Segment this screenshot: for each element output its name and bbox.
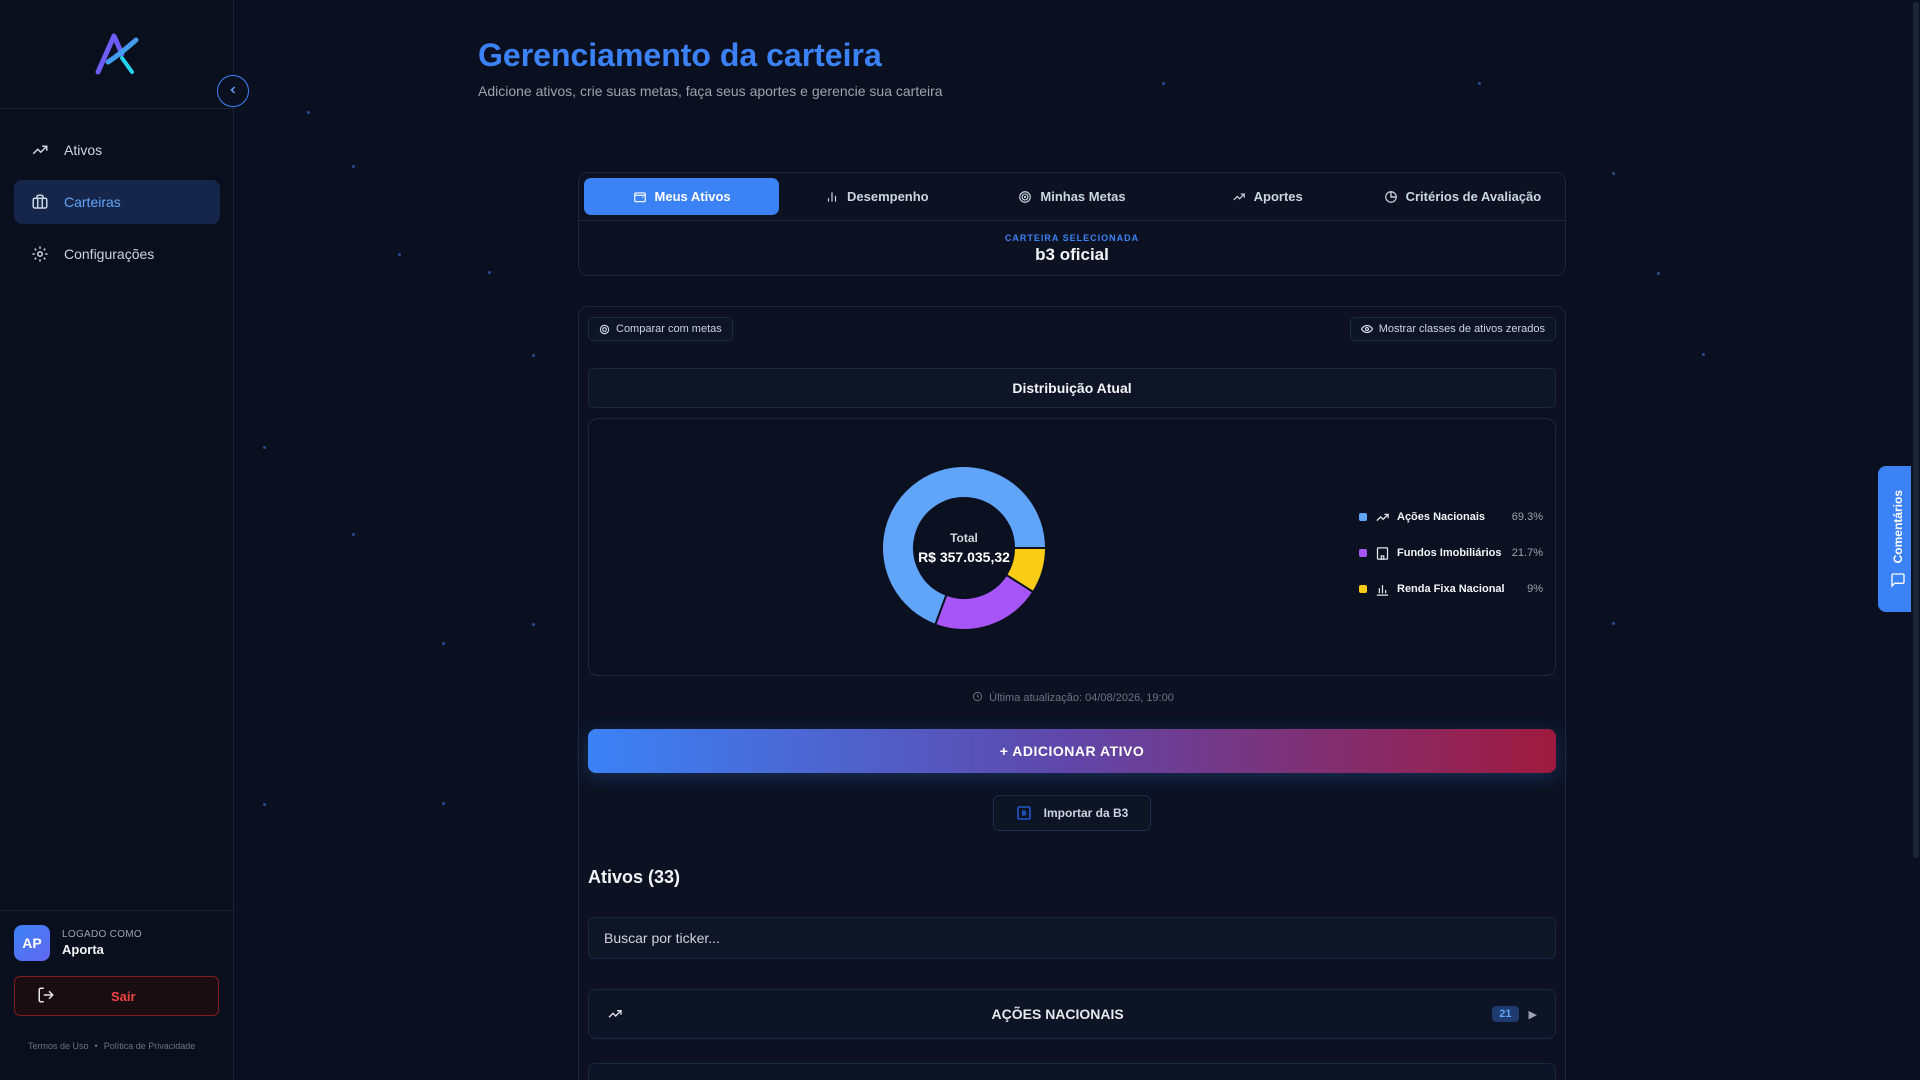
trending-up-icon — [1375, 510, 1391, 525]
portfolio-card: Comparar com metas Mostrar classes de at… — [578, 306, 1566, 1080]
logout-button[interactable]: Sair — [14, 976, 219, 1016]
compare-goals-label: Comparar com metas — [616, 323, 722, 335]
show-zero-classes-toggle[interactable]: Mostrar classes de ativos zerados — [1349, 317, 1556, 341]
legend-value: 69.3% — [1511, 511, 1543, 523]
avatar: AP — [14, 925, 50, 961]
b3-icon: B — [1016, 805, 1032, 821]
sidebar-item-label: Ativos — [64, 142, 103, 158]
tab-criterios-avaliacao[interactable]: Critérios de Avaliação — [1365, 178, 1560, 215]
user-name: Aporta — [62, 942, 104, 957]
sidebar-nav: Ativos Carteiras Configurações — [14, 128, 220, 284]
asset-group-count: 21 — [1492, 1006, 1519, 1022]
donut-chart — [881, 465, 1048, 631]
asset-group-acoes-nacionais[interactable]: AÇÕES NACIONAIS 21 ▶ — [588, 989, 1556, 1039]
tab-desempenho[interactable]: Desempenho — [779, 178, 974, 215]
tab-meus-ativos[interactable]: Meus Ativos — [584, 178, 780, 215]
last-updated-text: Última atualização: 04/08/2026, 19:00 — [989, 692, 1174, 704]
logout-icon — [37, 986, 55, 1007]
sidebar-divider — [0, 910, 234, 911]
user-caption: LOGADO COMO — [62, 929, 142, 940]
feedback-label: Comentários — [1891, 490, 1905, 564]
legend-swatch — [1359, 549, 1367, 557]
distribution-title: Distribuição Atual — [588, 368, 1556, 408]
legend-swatch — [1359, 513, 1367, 521]
last-updated: Última atualização: 04/08/2026, 19:00 — [579, 691, 1567, 705]
collapse-sidebar-button[interactable] — [217, 75, 249, 107]
page-title: Gerenciamento da carteira — [478, 37, 882, 73]
ticker-search-input[interactable] — [588, 917, 1556, 959]
terms-link[interactable]: Termos de Uso — [28, 1041, 89, 1051]
wallet-icon — [633, 190, 647, 204]
eye-icon — [1360, 323, 1373, 335]
sidebar-item-carteiras[interactable]: Carteiras — [14, 180, 220, 224]
legend-item-acoes: Ações Nacionais 69.3% — [1359, 499, 1543, 535]
tab-bar: Meus Ativos Desempenho Minhas Metas Apor… — [579, 173, 1565, 221]
tab-label: Aportes — [1253, 189, 1303, 204]
tab-aportes[interactable]: Aportes — [1170, 178, 1365, 215]
svg-text:B: B — [1021, 810, 1026, 818]
legend-label: Fundos Imobiliários — [1397, 547, 1502, 559]
chevron-left-icon — [227, 83, 239, 99]
legal-separator: • — [94, 1041, 98, 1051]
scrollbar-thumb[interactable] — [1913, 2, 1919, 858]
tab-label: Desempenho — [846, 189, 929, 204]
sidebar: Ativos Carteiras Configurações AP LOGADO… — [0, 0, 234, 1080]
tab-label: Meus Ativos — [654, 189, 731, 204]
app-logo[interactable] — [94, 32, 140, 76]
assets-title: Ativos (33) — [588, 867, 681, 887]
compare-goals-toggle[interactable]: Comparar com metas — [588, 317, 733, 341]
bar-chart-icon — [825, 190, 839, 204]
briefcase-icon — [30, 192, 50, 212]
import-b3-label: Importar da B3 — [1043, 806, 1129, 820]
sidebar-item-configuracoes[interactable]: Configurações — [14, 232, 220, 276]
distribution-chart: Total R$ 357.035,32 Ações Nacionais 69.3… — [588, 418, 1556, 676]
import-b3-button[interactable]: B Importar da B3 — [993, 795, 1151, 831]
donut-total-value: R$ 357.035,32 — [918, 549, 1010, 565]
tab-label: Critérios de Avaliação — [1405, 189, 1542, 204]
sidebar-divider — [0, 108, 234, 109]
donut-total-label: Total — [950, 531, 978, 545]
sidebar-item-label: Carteiras — [64, 194, 121, 210]
tab-label: Minhas Metas — [1040, 189, 1126, 204]
wallet-tabs-card: Meus Ativos Desempenho Minhas Metas Apor… — [578, 172, 1566, 276]
add-asset-button[interactable]: + ADICIONAR ATIVO — [588, 729, 1556, 773]
legend-item-fundos: Fundos Imobiliários 21.7% — [1359, 535, 1543, 571]
sidebar-item-ativos[interactable]: Ativos — [14, 128, 220, 172]
gear-icon — [30, 244, 50, 264]
trending-up-icon — [1232, 190, 1246, 204]
message-icon — [1890, 572, 1906, 588]
trending-up-icon — [607, 1006, 623, 1022]
chart-legend: Ações Nacionais 69.3% Fundos Imobiliário… — [1359, 499, 1543, 607]
selected-wallet-caption: CARTEIRA SELECIONADA — [1004, 233, 1140, 243]
show-zero-classes-label: Mostrar classes de ativos zerados — [1378, 323, 1545, 335]
legend-swatch — [1359, 585, 1367, 593]
target-icon — [1018, 190, 1032, 204]
clock-icon — [972, 691, 983, 705]
privacy-link[interactable]: Política de Privacidade — [104, 1041, 196, 1051]
asset-group-name: AÇÕES NACIONAIS — [991, 1006, 1124, 1022]
asset-group-next[interactable] — [588, 1063, 1556, 1080]
user-info: AP LOGADO COMO Aporta — [14, 925, 142, 961]
pie-chart-icon — [1384, 190, 1398, 204]
legal-links: Termos de Uso • Política de Privacidade — [28, 1041, 195, 1051]
sidebar-item-label: Configurações — [64, 246, 155, 262]
bar-chart-icon — [1375, 582, 1391, 597]
chevron-right-icon: ▶ — [1528, 1008, 1537, 1021]
tab-minhas-metas[interactable]: Minhas Metas — [974, 178, 1169, 215]
legend-label: Renda Fixa Nacional — [1397, 583, 1505, 595]
legend-value: 9% — [1527, 583, 1543, 595]
legend-value: 21.7% — [1511, 547, 1543, 559]
legend-label: Ações Nacionais — [1397, 511, 1486, 523]
page-subtitle: Adicione ativos, crie suas metas, faça s… — [478, 83, 943, 99]
legend-item-renda-fixa: Renda Fixa Nacional 9% — [1359, 571, 1543, 607]
trending-up-icon — [30, 140, 50, 160]
building-icon — [1375, 546, 1391, 561]
target-icon — [599, 324, 610, 335]
selected-wallet-name: b3 oficial — [1035, 245, 1109, 264]
logout-label: Sair — [111, 988, 136, 1004]
